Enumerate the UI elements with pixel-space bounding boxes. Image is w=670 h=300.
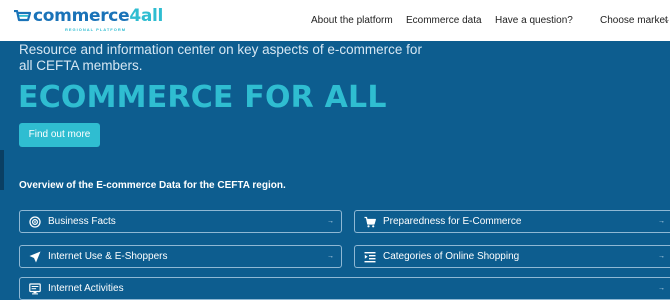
card-business-facts[interactable]: Business Facts → (19, 210, 342, 233)
chevron-down-icon[interactable]: ⌄ (663, 14, 670, 25)
hero-tagline: Resource and information center on key a… (19, 42, 422, 73)
card-internet-use[interactable]: Internet Use & E-Shoppers → (19, 245, 342, 268)
arrow-right-icon: → (658, 218, 665, 225)
arrow-right-icon: → (327, 253, 334, 260)
nav-choose-market[interactable]: Choose market (600, 0, 668, 41)
target-icon (29, 216, 41, 228)
card-label: Categories of Online Shopping (383, 251, 520, 262)
cart-logo-icon (14, 10, 31, 22)
card-preparedness[interactable]: Preparedness for E-Commerce → (354, 210, 670, 233)
arrow-right-icon: → (327, 218, 334, 225)
list-icon (364, 252, 376, 263)
arrow-right-icon: → (658, 253, 665, 260)
site-header: commerce4all REGIONAL PLATFORM About the… (0, 0, 670, 41)
logo-subtitle: REGIONAL PLATFORM (65, 27, 127, 32)
logo-text: commerce4all (33, 6, 164, 26)
hero-edge-strip (0, 150, 4, 190)
cart-icon (364, 216, 376, 228)
card-label: Business Facts (48, 216, 116, 227)
arrow-right-icon: → (658, 285, 665, 292)
card-label: Internet Use & E-Shoppers (48, 251, 168, 262)
card-label: Preparedness for E-Commerce (383, 216, 522, 227)
send-icon (29, 251, 41, 263)
nav-about-platform[interactable]: About the platform (311, 0, 393, 41)
find-out-more-button[interactable]: Find out more (19, 123, 100, 147)
card-label: Internet Activities (48, 283, 124, 294)
logo[interactable]: commerce4all REGIONAL PLATFORM (13, 6, 164, 32)
monitor-icon (29, 283, 41, 295)
nav-have-question[interactable]: Have a question? (495, 0, 573, 41)
overview-title: Overview of the E-commerce Data for the … (19, 180, 286, 191)
card-internet-activities[interactable]: Internet Activities → (19, 277, 670, 300)
card-categories[interactable]: Categories of Online Shopping → (354, 245, 670, 268)
hero-title: ECOMMERCE FOR ALL (18, 80, 387, 115)
nav-ecommerce-data[interactable]: Ecommerce data (406, 0, 482, 41)
